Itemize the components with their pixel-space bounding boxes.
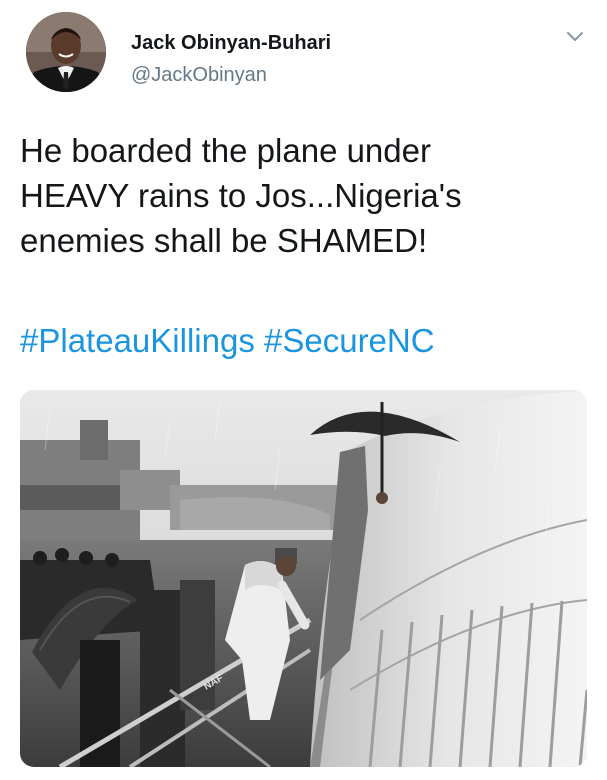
- author-handle[interactable]: @JackObinyan: [131, 64, 267, 87]
- chevron-down-icon[interactable]: [564, 28, 586, 46]
- tweet-photo[interactable]: NAF: [20, 390, 587, 767]
- hashtag-link[interactable]: #SecureNC: [264, 322, 435, 359]
- tweet-text: He boarded the plane under HEAVY rains t…: [20, 128, 580, 263]
- hashtag-row: #PlateauKillings #SecureNC: [20, 318, 435, 363]
- tweet-text-line: HEAVY rains to Jos...Nigeria's: [20, 177, 462, 214]
- avatar[interactable]: [26, 12, 106, 92]
- hashtag-link[interactable]: #PlateauKillings: [20, 322, 255, 359]
- author-display-name[interactable]: Jack Obinyan-Buhari: [131, 32, 331, 55]
- tweet-photo-image: NAF: [20, 390, 587, 767]
- avatar-photo: [26, 12, 106, 92]
- tweet-text-line: He boarded the plane under: [20, 132, 431, 169]
- tweet-text-line: enemies shall be SHAMED!: [20, 222, 428, 259]
- tweet-card: Jack Obinyan-Buhari @JackObinyan He boar…: [0, 0, 607, 780]
